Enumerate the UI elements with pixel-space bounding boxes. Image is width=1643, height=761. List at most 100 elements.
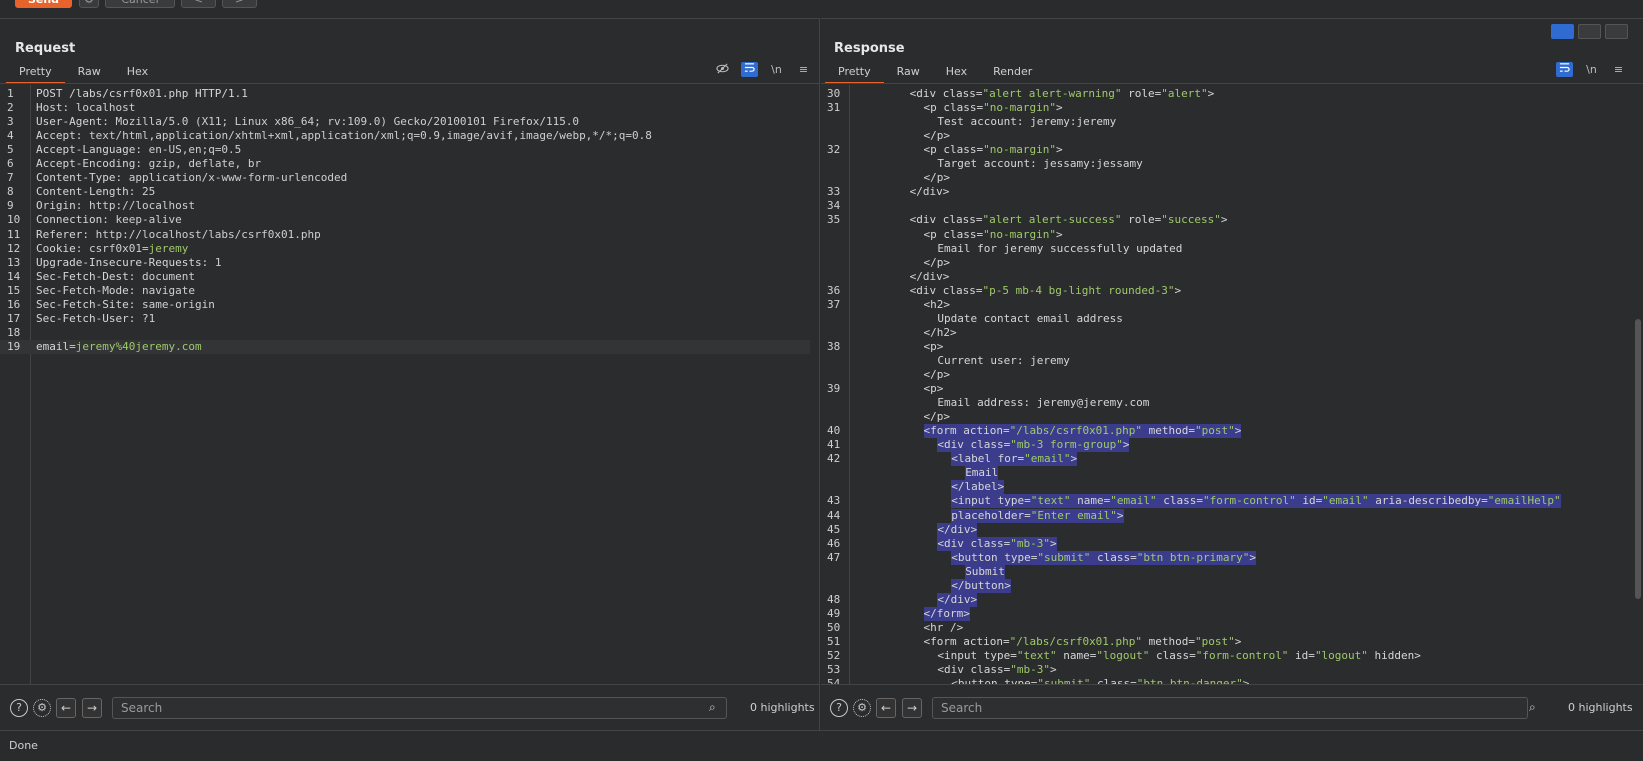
newline-toggle[interactable]: \n: [1583, 62, 1600, 77]
line-text: Update contact email address: [937, 311, 1123, 325]
tab-response-render[interactable]: Render: [980, 62, 1045, 82]
line-text: Origin: http://localhost: [36, 199, 195, 213]
gear-icon[interactable]: ⚙: [853, 699, 871, 717]
request-search-input[interactable]: [112, 697, 727, 719]
status-bar: Done: [0, 730, 1643, 761]
response-editor[interactable]: 30 <div class="alert alert-warning" role=…: [821, 85, 1643, 685]
tab-request-hex[interactable]: Hex: [114, 62, 161, 82]
line-number: 18: [7, 325, 21, 339]
request-line: 6 Accept-Encoding: gzip, deflate, br: [0, 157, 810, 171]
wrap-icon[interactable]: [741, 62, 758, 77]
line-text: Accept: text/html,application/xhtml+xml,…: [36, 129, 652, 143]
line-text: </p>: [923, 410, 951, 424]
line-text: Submit: [965, 564, 1005, 579]
help-icon[interactable]: ?: [10, 699, 28, 717]
response-line: 38 <p>: [821, 340, 1631, 354]
response-line: <p class="no-margin">: [821, 228, 1631, 242]
search-next-button[interactable]: →: [82, 698, 102, 718]
response-line: 43 <input type="text" name="email" class=…: [821, 494, 1631, 509]
tab-response-raw[interactable]: Raw: [884, 62, 933, 82]
request-line: 13 Upgrade-Insecure-Requests: 1: [0, 256, 810, 270]
response-line: </p>: [821, 256, 1631, 270]
line-text: </div>: [909, 269, 950, 283]
line-number: 19: [7, 339, 21, 353]
layout-tabs-button[interactable]: [1605, 24, 1628, 39]
menu-icon[interactable]: ≡: [795, 62, 812, 77]
line-number: 30: [827, 87, 841, 100]
line-number: 50: [827, 620, 841, 634]
line-number: 51: [827, 634, 841, 648]
line-number: 31: [827, 101, 841, 115]
response-line: 52 <input type="text" name="logout" class…: [821, 649, 1631, 663]
request-editor[interactable]: 1 POST /labs/csrf0x01.php HTTP/1.1 2 Host: …: [0, 85, 820, 685]
line-text: </h2>: [923, 325, 957, 339]
gear-icon[interactable]: ⚙: [33, 699, 51, 717]
response-search-input[interactable]: [932, 697, 1528, 719]
response-line: </p>: [821, 129, 1631, 143]
response-line: 42 <label for="email">: [821, 452, 1631, 467]
line-number: 53: [827, 663, 841, 677]
gear-icon[interactable]: ⚙: [79, 0, 99, 8]
line-number: 47: [827, 550, 841, 564]
response-line: 35 <div class="alert alert-success" role=…: [821, 213, 1631, 227]
response-line: 53 <div class="mb-3">: [821, 663, 1631, 677]
line-text: placeholder="Enter email">: [951, 508, 1124, 523]
response-line: 39 <p>: [821, 382, 1631, 396]
response-line: </label>: [821, 480, 1631, 495]
line-text: Connection: keep-alive: [36, 213, 182, 227]
line-text: </p>: [923, 171, 951, 185]
search-prev-button[interactable]: ←: [56, 698, 76, 718]
response-line: 48 </div>: [821, 592, 1631, 607]
request-line: 12 Cookie: csrf0x01=jeremy: [0, 242, 810, 256]
line-text: Referer: http://localhost/labs/csrf0x01.…: [36, 227, 321, 241]
line-number: 44: [827, 508, 841, 522]
line-text: <form action="/labs/csrf0x01.php" method…: [923, 634, 1242, 648]
line-number: 33: [827, 185, 841, 199]
line-text: </label>: [951, 480, 1005, 495]
layout-stacked-button[interactable]: [1578, 24, 1601, 39]
response-line: 51 <form action="/labs/csrf0x01.php" meth…: [821, 635, 1631, 649]
request-line: 14 Sec-Fetch-Dest: document: [0, 270, 810, 284]
response-line: 31 <p class="no-margin">: [821, 101, 1631, 115]
wrap-icon[interactable]: [1556, 62, 1573, 77]
request-tabs: Pretty Raw Hex: [6, 62, 161, 84]
line-number: 32: [827, 143, 841, 157]
cancel-button[interactable]: Cancel: [105, 0, 175, 8]
next-button[interactable]: >: [222, 0, 257, 8]
line-text: Host: localhost: [36, 101, 136, 115]
response-scrollbar[interactable]: [1635, 319, 1641, 599]
line-text: Sec-Fetch-Mode: navigate: [36, 283, 195, 297]
line-number: 16: [7, 297, 21, 311]
tab-response-hex[interactable]: Hex: [933, 62, 980, 82]
tab-request-raw[interactable]: Raw: [65, 62, 114, 82]
newline-toggle[interactable]: \n: [768, 62, 785, 77]
response-line: </h2>: [821, 326, 1631, 340]
line-number: 15: [7, 283, 21, 297]
help-icon[interactable]: ?: [830, 699, 848, 717]
previous-button[interactable]: <: [181, 0, 216, 8]
response-search-bar: ? ⚙ ← → ⌕ 0 highlights: [821, 684, 1643, 730]
line-number: 8: [7, 185, 14, 199]
line-number: 37: [827, 297, 841, 311]
tab-request-pretty[interactable]: Pretty: [6, 62, 65, 84]
send-button[interactable]: Send: [15, 0, 72, 8]
response-line: </p>: [821, 410, 1631, 424]
line-number: 13: [7, 255, 21, 269]
search-next-button[interactable]: →: [902, 698, 922, 718]
menu-icon[interactable]: ≡: [1610, 62, 1627, 77]
line-number: 10: [7, 213, 21, 227]
layout-side-by-side-button[interactable]: [1551, 24, 1574, 39]
line-number: 43: [827, 494, 841, 508]
request-line: 9 Origin: http://localhost: [0, 199, 810, 213]
tab-response-pretty[interactable]: Pretty: [825, 62, 884, 84]
response-tools: \n ≡: [1556, 62, 1627, 77]
response-line: 41 <div class="mb-3 form-group">: [821, 438, 1631, 453]
eye-off-icon[interactable]: [714, 62, 731, 77]
response-pane: Response Pretty Raw Hex Render \n ≡ 30 <d…: [821, 18, 1643, 730]
line-text: </button>: [951, 578, 1011, 593]
response-tabs: Pretty Raw Hex Render: [825, 62, 1045, 84]
search-prev-button[interactable]: ←: [876, 698, 896, 718]
line-text: Accept-Language: en-US,en;q=0.5: [36, 143, 242, 157]
line-text: <div class="alert alert-success" role="s…: [909, 213, 1228, 227]
line-text: <div class="mb-3">: [937, 663, 1057, 677]
